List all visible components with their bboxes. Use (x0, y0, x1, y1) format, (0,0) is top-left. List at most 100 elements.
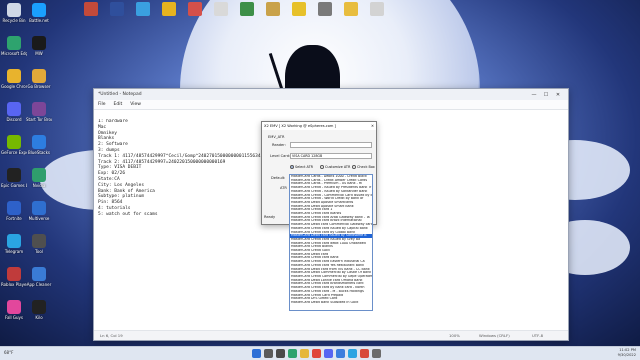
app-icon (7, 135, 21, 149)
app-icon (136, 2, 150, 16)
desktop-icon[interactable]: Roblox Player (1, 267, 27, 287)
desktop-icon[interactable]: Epic Games Launcher (1, 168, 27, 188)
desktop-icon[interactable]: Telegram (1, 234, 27, 254)
menu-view[interactable]: View (130, 102, 141, 107)
taskbar-app2-icon[interactable] (372, 349, 381, 358)
app-icon (32, 201, 46, 215)
desktop-icon[interactable] (367, 2, 387, 17)
desktop-icon-label: Fortnite (6, 216, 22, 221)
dropdown-option[interactable]: MasterCard Debit Bank Subsided in Govt (290, 301, 372, 305)
close-icon[interactable]: ✕ (552, 92, 564, 98)
app-icon (344, 2, 358, 16)
radio-check-box[interactable]: Check Box (352, 165, 375, 169)
radio-label: Check Box (357, 165, 375, 169)
taskbar-start-icon[interactable] (252, 349, 261, 358)
status-line-ending: Windows (CRLF) (479, 333, 510, 338)
level-card-field[interactable]: VISA CARD 128GB (290, 153, 372, 159)
desktop-icon[interactable]: Fortnite (1, 201, 27, 221)
notepad-titlebar[interactable]: *Untitled - Notepad — ☐ ✕ (94, 89, 568, 100)
app-icon (7, 69, 21, 83)
desktop-icon[interactable] (185, 2, 205, 17)
desktop-icon-label: Fall Guys (5, 315, 23, 320)
app-icon (7, 201, 21, 215)
taskbar-explorer-icon[interactable] (300, 349, 309, 358)
taskbar-edge-icon[interactable] (288, 349, 297, 358)
x2-titlebar[interactable]: X2 EMV [ X2 Working @ eSpheres.com ] ✕ (262, 122, 376, 130)
desktop-icon[interactable]: Fall Guys (1, 300, 27, 320)
x2-section-label: EMV_ATR (268, 135, 285, 139)
desktop-icon[interactable]: Recycle Bin (1, 3, 27, 23)
desktop-icon[interactable]: Kilo (26, 300, 52, 320)
desktop-icon[interactable] (159, 2, 179, 17)
taskbar-app-icon[interactable] (360, 349, 369, 358)
radio-select-atr[interactable]: Select ATR (290, 165, 313, 169)
menu-file[interactable]: File (98, 102, 106, 107)
desktop-icon[interactable] (81, 2, 101, 17)
desktop-icon[interactable] (289, 2, 309, 17)
app-icon (7, 234, 21, 248)
reader-select[interactable] (290, 142, 372, 148)
desktop-icon-label: MW (35, 51, 43, 56)
desktop-icon[interactable]: GeForce Experience (1, 135, 27, 155)
app-icon (214, 2, 228, 16)
desktop-icon[interactable] (133, 2, 153, 17)
desktop-icon[interactable]: Battle.net (26, 3, 52, 23)
desktop-icon-label: Roblox Player (1, 282, 27, 287)
desktop-icon[interactable] (263, 2, 283, 17)
app-icon (7, 102, 21, 116)
notepad-editor[interactable]: 1: hardware Mac Omnikey Blanks 2: Software 3:… (98, 119, 268, 218)
app-icon (32, 300, 46, 314)
clock-date: 9/30/2022 (617, 353, 636, 357)
desktop-icon[interactable]: Microsoft Edge (1, 36, 27, 56)
clock[interactable]: 11:02 PM 9/30/2022 (618, 348, 636, 358)
radio-dot-icon (320, 165, 324, 169)
desktop-icon[interactable]: MW (26, 36, 52, 56)
notepad-statusbar: Ln 6, Col 19 100% Windows (CRLF) UTF-8 (94, 330, 568, 340)
desktop-icon[interactable]: Start Tor Browser (26, 102, 52, 122)
app-icon (7, 300, 21, 314)
desktop-icon-label: Nvidia (32, 183, 46, 188)
maximize-icon[interactable]: ☐ (540, 92, 552, 98)
app-icon (370, 2, 384, 16)
desktop-icon[interactable] (237, 2, 257, 17)
desktop-icon[interactable] (315, 2, 335, 17)
desktop-icon[interactable]: Discord (1, 102, 27, 122)
desktop-icon[interactable] (211, 2, 231, 17)
taskbar-search-icon[interactable] (264, 349, 273, 358)
app-icon (188, 2, 202, 16)
app-icon (318, 2, 332, 16)
taskbar-telegram-icon[interactable] (348, 349, 357, 358)
app-icon (32, 3, 46, 17)
desktop-icon-label: Epic Games Launcher (1, 183, 27, 188)
radio-customize-atr[interactable]: Customize ATR (320, 165, 350, 169)
notepad-title: *Untitled - Notepad (98, 92, 142, 97)
desktop-icon[interactable]: Google Chrome (1, 69, 27, 89)
desktop-icon[interactable]: BlueStacks (26, 135, 52, 155)
weather-widget[interactable]: 68°F (4, 350, 13, 355)
notepad-line: 5: watch out for scams (98, 211, 158, 217)
taskbar-discord-icon[interactable] (324, 349, 333, 358)
app-icon (32, 135, 46, 149)
desktop-icon[interactable]: Tool (26, 234, 52, 254)
desktop-icon[interactable] (341, 2, 361, 17)
app-icon (240, 2, 254, 16)
card-type-dropdown[interactable]: MasterCard Cards - Debits 1000 - Credit … (289, 174, 373, 311)
desktop-icon[interactable]: Multiverse (26, 201, 52, 221)
radio-dot-icon (290, 165, 294, 169)
app-icon (7, 267, 21, 281)
menu-edit[interactable]: Edit (114, 102, 123, 107)
taskbar-task-view-icon[interactable] (276, 349, 285, 358)
taskbar-notepad-icon[interactable] (336, 349, 345, 358)
minimize-icon[interactable]: — (528, 92, 540, 98)
close-icon[interactable]: ✕ (371, 124, 374, 128)
notepad-menubar: File Edit View (94, 100, 568, 110)
desktop-icon-label: Recycle Bin (2, 18, 26, 23)
desktop-icon[interactable]: App Cleaner (26, 267, 52, 287)
taskbar-chrome-icon[interactable] (312, 349, 321, 358)
status-position: Ln 6, Col 19 (100, 333, 123, 338)
desktop-icon[interactable]: Nvidia (26, 168, 52, 188)
desktop-icon-label: GeForce Experience (1, 150, 27, 155)
app-icon (292, 2, 306, 16)
desktop-icon[interactable] (107, 2, 127, 17)
desktop-icon[interactable]: Go Browser (26, 69, 52, 89)
